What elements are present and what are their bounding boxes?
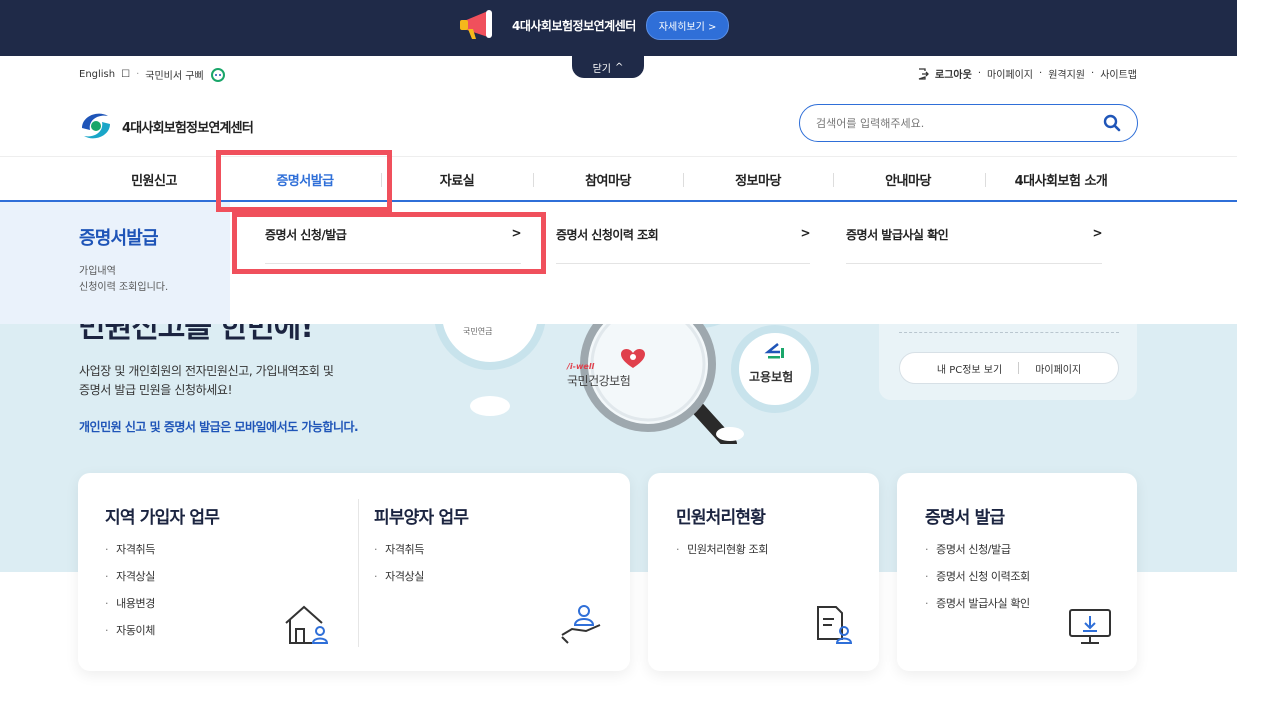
list-item[interactable]: 자격취득: [105, 541, 155, 568]
mascot-icon: [210, 68, 225, 82]
helper-link[interactable]: 국민비서 구삐: [145, 67, 203, 82]
side-button-group: 내 PC정보 보기 마이페이지: [899, 352, 1119, 384]
pc-info-button[interactable]: 내 PC정보 보기: [937, 361, 1002, 376]
house-person-icon: [285, 605, 329, 644]
dependent-task-list: 자격취득 자격상실: [374, 541, 424, 595]
list-item[interactable]: 증명서 발급사실 확인: [925, 595, 1030, 622]
close-label: 닫기: [592, 63, 611, 75]
nav-item-guide[interactable]: 안내마당: [833, 157, 983, 201]
list-item[interactable]: 자격상실: [374, 568, 424, 595]
logout-link[interactable]: 로그아웃: [935, 66, 972, 81]
logo-icon: [82, 113, 110, 139]
megaphone-icon: [460, 10, 492, 39]
divider-dot: ·: [1039, 68, 1043, 79]
banner-close-button[interactable]: 닫기 ^: [572, 56, 644, 78]
top-banner: 4대사회보험정보연계센터 자세히보기 >: [0, 0, 1237, 56]
hand-person-icon: [561, 605, 601, 644]
list-item[interactable]: 민원처리현황 조회: [676, 541, 768, 568]
dashed-divider: [899, 332, 1119, 333]
util-left: English ☐ · 국민비서 구삐: [79, 66, 226, 82]
card-title: 피부양자 업무: [374, 508, 469, 528]
submenu-certificate-verify[interactable]: 증명서 발급사실 확인 >: [846, 226, 1102, 264]
list-item[interactable]: 자격상실: [105, 568, 155, 595]
nav-item-archive[interactable]: 자료실: [381, 157, 533, 201]
hero-mobile-notice: 개인민원 신고 및 증명서 발급은 모바일에서도 가능합니다.: [79, 420, 359, 434]
dropdown-description: 가입내역 신청이력 조회입니다.: [79, 264, 230, 296]
card-title: 증명서 발급: [925, 508, 1005, 528]
hero-desc-line: 증명서 발급 민원을 신청하세요!: [79, 383, 232, 397]
employment-insurance-label: 고용보험: [749, 370, 794, 384]
list-item[interactable]: 자격취득: [374, 541, 424, 568]
list-item[interactable]: 자동이체: [105, 622, 155, 649]
mypage-link[interactable]: 마이페이지: [987, 66, 1033, 81]
member-side-card: 내 PC정보 보기 마이페이지: [879, 324, 1137, 400]
certificate-card: 증명서 발급 증명서 신청/발급 증명서 신청 이력조회 증명서 발급사실 확인: [897, 473, 1137, 671]
button-divider: [1018, 362, 1020, 374]
dropdown-side-panel: 증명서발급 가입내역 신청이력 조회입니다.: [0, 202, 230, 324]
card-title: 민원처리현황: [676, 508, 766, 528]
hero-desc-line: 사업장 및 개인회원의 전자민원신고, 가입내역조회 및: [79, 364, 334, 378]
logo-text: 4대사회보험정보연계센터: [122, 120, 254, 136]
status-task-list: 민원처리현황 조회: [676, 541, 768, 568]
nav-dropdown-panel: 증명서발급 가입내역 신청이력 조회입니다. 증명서 신청/발급 > 증명서 신…: [0, 202, 1237, 324]
list-item[interactable]: 증명서 신청 이력조회: [925, 568, 1030, 595]
site-logo[interactable]: 4대사회보험정보연계센터: [78, 110, 254, 142]
card-divider: [358, 499, 359, 647]
card-title: 지역 가입자 업무: [105, 508, 220, 528]
search-box[interactable]: 검색어를 입력해주세요.: [799, 104, 1138, 142]
civil-status-card: 민원처리현황 민원처리현황 조회: [648, 473, 879, 671]
divider-dot: ·: [1091, 68, 1095, 79]
dropdown-title: 증명서발급: [79, 228, 159, 249]
submenu-certificate-history[interactable]: 증명서 신청이력 조회 >: [556, 226, 810, 264]
english-link[interactable]: English: [79, 69, 115, 80]
detail-button[interactable]: 자세히보기 >: [645, 10, 730, 40]
highlight-box-nav: [216, 150, 392, 212]
pension-label: 국민연금: [463, 327, 493, 336]
chevron-right-icon: >: [1092, 226, 1102, 240]
list-item[interactable]: 증명서 신청/발급: [925, 541, 1030, 568]
util-right: 로그아웃 · 마이페이지 · 원격지원 · 사이트맵: [917, 66, 1137, 81]
list-item[interactable]: 내용변경: [105, 595, 155, 622]
submenu-label: 증명서 발급사실 확인: [846, 228, 949, 242]
dropdown-desc-line: 가입내역: [79, 266, 116, 277]
search-input[interactable]: 검색어를 입력해주세요.: [816, 115, 924, 131]
member-services-card: 지역 가입자 업무 자격취득 자격상실 내용변경 자동이체 피부양자 업무 자격…: [78, 473, 630, 671]
mypage-button[interactable]: 마이페이지: [1035, 361, 1081, 376]
document-person-icon: [817, 606, 853, 644]
logout-icon: [918, 67, 929, 80]
certificate-task-list: 증명서 신청/발급 증명서 신청 이력조회 증명서 발급사실 확인: [925, 541, 1030, 622]
divider-dot: ·: [977, 68, 981, 79]
dropdown-desc-line: 신청이력 조회입니다.: [79, 282, 169, 293]
sitemap-link[interactable]: 사이트맵: [1100, 66, 1137, 81]
highlight-box-submenu: [232, 212, 546, 274]
banner-content: 4대사회보험정보연계센터 자세히보기 >: [458, 10, 730, 40]
nav-item-civil-report[interactable]: 민원신고: [79, 157, 229, 201]
regional-task-list: 자격취득 자격상실 내용변경 자동이체: [105, 541, 155, 649]
nav-item-participation[interactable]: 참여마당: [533, 157, 683, 201]
external-link-icon: ☐: [121, 68, 131, 80]
monitor-download-icon: [1069, 609, 1111, 644]
nav-item-information[interactable]: 정보마당: [683, 157, 833, 201]
banner-title: 4대사회보험정보연계센터: [512, 18, 636, 33]
hero-description: 사업장 및 개인회원의 전자민원신고, 가입내역조회 및 증명서 발급 민원을 …: [79, 362, 334, 400]
remote-support-link[interactable]: 원격지원: [1048, 66, 1085, 81]
search-icon[interactable]: [1103, 114, 1121, 132]
main-navigation: 민원신고 증명서발급 자료실 참여마당 정보마당 안내마당 4대사회보험 소개: [0, 156, 1237, 202]
heart-icon: [621, 349, 645, 368]
nav-item-about[interactable]: 4대사회보험 소개: [985, 157, 1137, 201]
chevron-up-icon: ^: [615, 61, 624, 73]
health-insurance-label: 국민건강보험: [567, 374, 631, 388]
submenu-label: 증명서 신청이력 조회: [556, 228, 659, 242]
divider-dot: ·: [136, 68, 140, 80]
employment-logo-icon: [764, 343, 784, 359]
hero-headline: 민원신고를 한번에!: [78, 324, 314, 345]
health-brand-label: /i-well: [567, 362, 595, 371]
chevron-right-icon: >: [800, 226, 810, 240]
